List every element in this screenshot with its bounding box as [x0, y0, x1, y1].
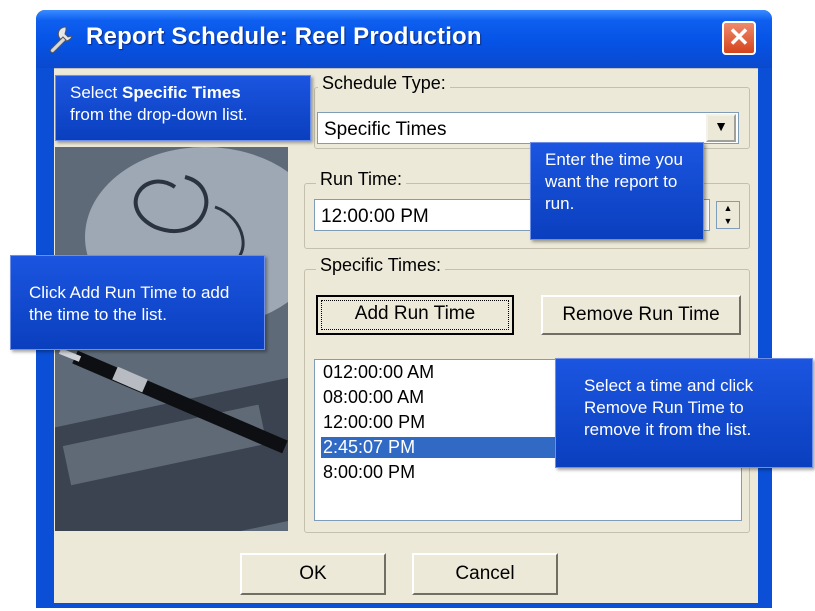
- callout-select-specific-times: Select Specific Times from the drop-down…: [55, 75, 311, 141]
- callout-add-run-time: Click Add Run Time to add the time to th…: [10, 255, 265, 350]
- spin-down-icon[interactable]: ▼: [717, 215, 739, 228]
- cancel-button[interactable]: Cancel: [412, 553, 558, 595]
- callout-remove-run-time: Select a time and click Remove Run Time …: [555, 358, 813, 468]
- schedule-type-value: Specific Times: [324, 119, 447, 140]
- title-bar[interactable]: Report Schedule: Reel Production ✕: [36, 10, 772, 68]
- close-button[interactable]: ✕: [722, 21, 756, 55]
- add-run-time-button[interactable]: Add Run Time: [316, 295, 514, 335]
- run-time-spinner[interactable]: ▲ ▼: [716, 201, 740, 229]
- specific-times-label: Specific Times:: [316, 255, 446, 276]
- remove-run-time-button[interactable]: Remove Run Time: [541, 295, 741, 335]
- run-time-label: Run Time:: [316, 169, 407, 190]
- remove-run-time-label: Remove Run Time: [562, 304, 720, 325]
- window-title: Report Schedule: Reel Production: [86, 23, 482, 50]
- cancel-label: Cancel: [455, 563, 515, 584]
- ok-label: OK: [299, 563, 327, 584]
- add-run-time-label: Add Run Time: [354, 303, 476, 324]
- ok-button[interactable]: OK: [240, 553, 386, 595]
- callout-select-line1: Select Specific Times: [70, 83, 241, 102]
- run-time-value: 12:00:00 PM: [321, 206, 429, 227]
- spin-up-icon[interactable]: ▲: [717, 202, 739, 215]
- chevron-down-icon: ▼: [714, 118, 728, 134]
- schedule-type-dropdown[interactable]: Specific Times: [317, 112, 739, 144]
- callout-select-line2: from the drop-down list.: [70, 105, 248, 124]
- schedule-type-dropdown-button[interactable]: ▼: [706, 114, 736, 142]
- schedule-type-label: Schedule Type:: [318, 73, 450, 94]
- wrench-icon: [49, 26, 73, 54]
- callout-enter-time: Enter the time you want the report to ru…: [530, 142, 704, 240]
- close-icon: ✕: [728, 22, 750, 52]
